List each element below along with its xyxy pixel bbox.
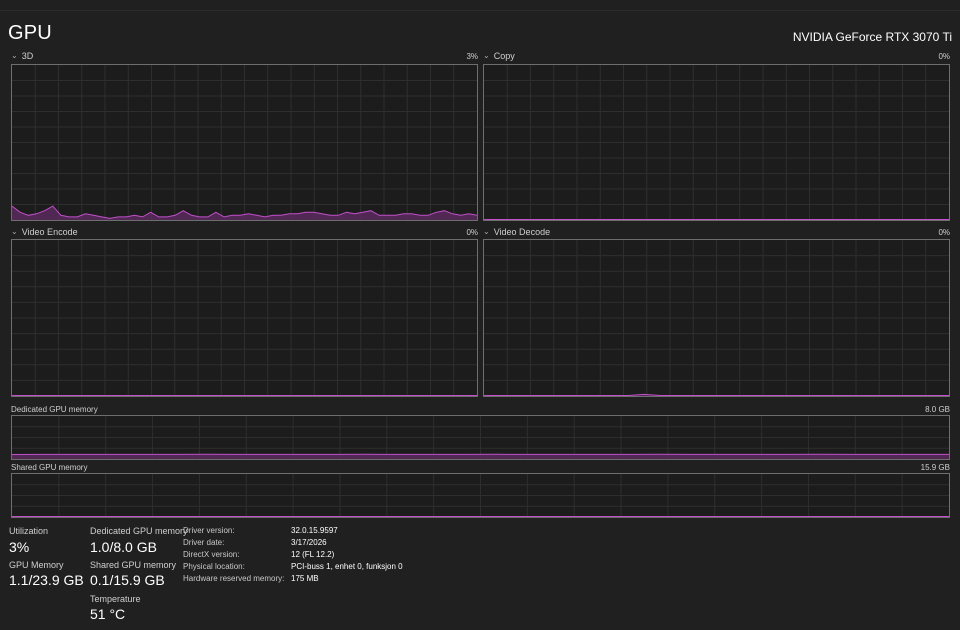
- gpu-memory-label: GPU Memory: [9, 560, 64, 570]
- utilization-value: 3%: [9, 539, 30, 555]
- directx-version-value: 12 (FL 12.2): [291, 550, 335, 559]
- chevron-down-icon: ⌄: [483, 51, 490, 60]
- temperature-value: 51 °C: [90, 606, 126, 622]
- graph-canvas: [484, 65, 949, 220]
- engine-copy-label: Copy: [493, 51, 515, 61]
- top-divider: [0, 10, 960, 11]
- utilization-label: Utilization: [9, 526, 49, 536]
- engine-3d-percent: 3%: [466, 52, 478, 61]
- dedicated-memory-graph-max: 8.0 GB: [925, 405, 950, 414]
- shared-memory-graph: [11, 473, 950, 518]
- hardware-reserved-memory-label: Hardware reserved memory:: [183, 574, 285, 583]
- chevron-down-icon: ⌄: [483, 227, 490, 236]
- page-title: GPU: [8, 22, 52, 44]
- graph-canvas: [484, 240, 949, 396]
- engine-video-decode-graph: [483, 239, 950, 397]
- gpu-memory-value: 1.1/23.9 GB: [9, 572, 84, 588]
- driver-date-value: 3/17/2026: [291, 538, 327, 547]
- shared-memory-graph-max: 15.9 GB: [920, 463, 950, 472]
- graph-canvas: [12, 240, 477, 396]
- dedicated-memory-label: Dedicated GPU memory: [90, 526, 188, 536]
- engine-copy-selector[interactable]: ⌄ Copy: [483, 51, 515, 61]
- directx-version-label: DirectX version:: [183, 550, 240, 559]
- graph-canvas: [12, 474, 949, 517]
- engine-3d-selector[interactable]: ⌄ 3D: [11, 51, 33, 61]
- engine-copy-percent: 0%: [938, 52, 950, 61]
- engine-video-decode-label: Video Decode: [493, 227, 551, 237]
- shared-memory-graph-label: Shared GPU memory: [11, 463, 88, 472]
- driver-version-label: Driver version:: [183, 526, 235, 535]
- engine-video-decode-selector[interactable]: ⌄ Video Decode: [483, 227, 550, 237]
- driver-date-label: Driver date:: [183, 538, 225, 547]
- chevron-down-icon: ⌄: [11, 227, 18, 236]
- graph-canvas: [12, 65, 477, 220]
- shared-memory-label: Shared GPU memory: [90, 560, 177, 570]
- engine-video-encode-percent: 0%: [466, 228, 478, 237]
- engine-3d-graph: [11, 64, 478, 221]
- shared-memory-value: 0.1/15.9 GB: [90, 572, 165, 588]
- engine-video-encode-selector[interactable]: ⌄ Video Encode: [11, 227, 78, 237]
- engine-3d-label: 3D: [21, 51, 34, 61]
- gpu-model-name: NVIDIA GeForce RTX 3070 Ti: [792, 30, 952, 44]
- dedicated-memory-graph-label: Dedicated GPU memory: [11, 405, 98, 414]
- series-area: [12, 454, 949, 459]
- driver-version-value: 32.0.15.9597: [291, 526, 338, 535]
- hardware-reserved-memory-value: 175 MB: [291, 574, 319, 583]
- physical-location-value: PCI-buss 1, enhet 0, funksjon 0: [291, 562, 403, 571]
- temperature-label: Temperature: [90, 594, 141, 604]
- engine-video-decode-percent: 0%: [938, 228, 950, 237]
- dedicated-memory-value: 1.0/8.0 GB: [90, 539, 157, 555]
- engine-copy-graph: [483, 64, 950, 221]
- engine-video-encode-label: Video Encode: [21, 227, 78, 237]
- engine-video-encode-graph: [11, 239, 478, 397]
- dedicated-memory-graph: [11, 415, 950, 460]
- chevron-down-icon: ⌄: [11, 51, 18, 60]
- physical-location-label: Physical location:: [183, 562, 245, 571]
- graph-canvas: [12, 416, 949, 459]
